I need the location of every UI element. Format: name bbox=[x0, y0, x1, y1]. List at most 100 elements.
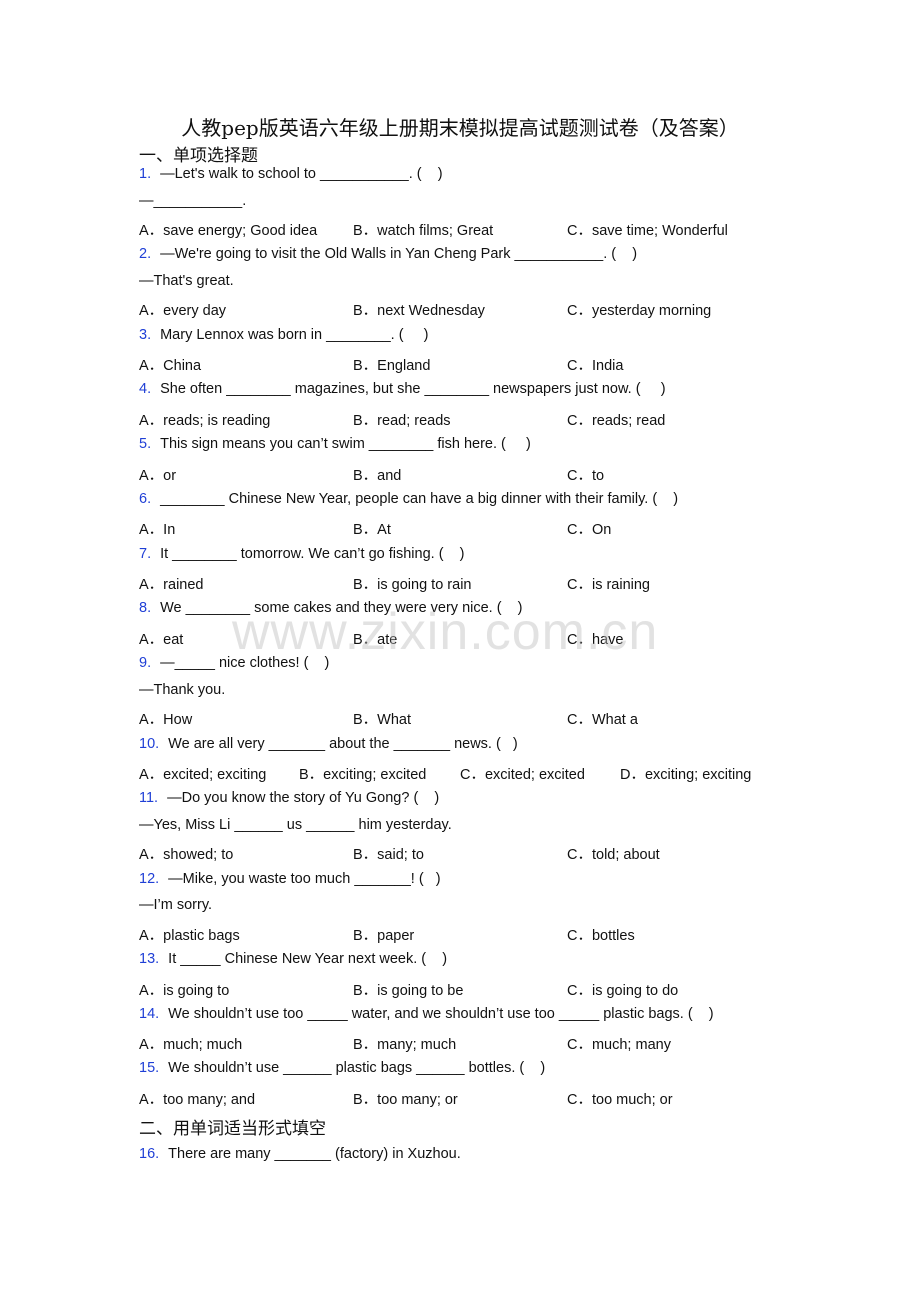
option-c[interactable]: C．India bbox=[567, 354, 623, 375]
document-page: 人教pep版英语六年级上册期末模拟提高试题测试卷（及答案） 一、单项选择题 1.… bbox=[0, 0, 920, 1302]
option-c[interactable]: C．reads; read bbox=[567, 409, 665, 430]
option-a[interactable]: A．save energy; Good idea bbox=[139, 219, 317, 240]
option-a[interactable]: A．showed; to bbox=[139, 843, 233, 864]
option-b[interactable]: B．What bbox=[353, 708, 411, 729]
option-c[interactable]: C．too much; or bbox=[567, 1088, 673, 1109]
option-c[interactable]: C．What a bbox=[567, 708, 638, 729]
option-c[interactable]: C．told; about bbox=[567, 843, 660, 864]
option-a[interactable]: A．is going to bbox=[139, 979, 229, 1000]
question-3: 3. Mary Lennox was born in ________. ( ) bbox=[139, 327, 429, 343]
question-text: Mary Lennox was born in ________. ( ) bbox=[160, 327, 429, 343]
document-title: 人教pep版英语六年级上册期末模拟提高试题测试卷（及答案） bbox=[181, 116, 739, 140]
option-c[interactable]: C．is going to do bbox=[567, 979, 678, 1000]
question-text: It ________ tomorrow. We can’t go fishin… bbox=[160, 546, 465, 562]
option-c[interactable]: C．bottles bbox=[567, 924, 635, 945]
option-b[interactable]: B．is going to be bbox=[353, 979, 463, 1000]
question-number: 12. bbox=[139, 871, 160, 887]
option-b[interactable]: B．exciting; excited bbox=[299, 763, 426, 784]
question-14: 14. We shouldn’t use too _____ water, and… bbox=[139, 1006, 714, 1022]
question-12: 12. —Mike, you waste too much _______! ( … bbox=[139, 871, 441, 887]
question-2: 2. —We're going to visit the Old Walls in… bbox=[139, 246, 637, 262]
question-text: ________ Chinese New Year, people can ha… bbox=[160, 491, 679, 507]
option-b[interactable]: B．watch films; Great bbox=[353, 219, 493, 240]
question-number: 11. bbox=[139, 790, 159, 806]
question-text: This sign means you can’t swim ________ … bbox=[160, 436, 531, 452]
question-15: 15. We shouldn’t use ______ plastic bags … bbox=[139, 1060, 545, 1076]
question-6: 6. ________ Chinese New Year, people can … bbox=[139, 491, 678, 507]
option-b[interactable]: B．At bbox=[353, 518, 391, 539]
question-text: —We're going to visit the Old Walls in Y… bbox=[160, 246, 638, 262]
option-a[interactable]: A．rained bbox=[139, 573, 203, 594]
question-number: 6. bbox=[139, 491, 152, 507]
question-11: 11. —Do you know the story of Yu Gong? ( … bbox=[139, 790, 439, 806]
question-text: We shouldn’t use ______ plastic bags ___… bbox=[168, 1060, 546, 1076]
question-text: We shouldn’t use too _____ water, and we… bbox=[168, 1006, 714, 1022]
question-number: 2. bbox=[139, 246, 152, 262]
question-13: 13. It _____ Chinese New Year next week. … bbox=[139, 951, 447, 967]
option-a[interactable]: A．or bbox=[139, 464, 176, 485]
question-12-response-line: —I’m sorry. bbox=[139, 897, 213, 913]
option-c[interactable]: C．save time; Wonderful bbox=[567, 219, 728, 240]
question-number: 4. bbox=[139, 381, 152, 397]
question-number: 14. bbox=[139, 1006, 160, 1022]
option-c[interactable]: C．much; many bbox=[567, 1033, 671, 1054]
option-b[interactable]: B．England bbox=[353, 354, 430, 375]
question-text: There are many _______ (factory) in Xuzh… bbox=[168, 1146, 461, 1162]
option-c[interactable]: C．excited; excited bbox=[460, 763, 585, 784]
question-text: We ________ some cakes and they were ver… bbox=[160, 600, 523, 616]
option-c[interactable]: C．yesterday morning bbox=[567, 299, 711, 320]
option-b[interactable]: B．too many; or bbox=[353, 1088, 458, 1109]
option-a[interactable]: A．How bbox=[139, 708, 192, 729]
option-c[interactable]: C．On bbox=[567, 518, 611, 539]
option-b[interactable]: B．ate bbox=[353, 628, 397, 649]
question-9-response-line: —Thank you. bbox=[139, 682, 226, 698]
option-a[interactable]: A．every day bbox=[139, 299, 226, 320]
option-b[interactable]: B．read; reads bbox=[353, 409, 451, 430]
option-a[interactable]: A．reads; is reading bbox=[139, 409, 270, 430]
question-number: 3. bbox=[139, 327, 152, 343]
question-number: 15. bbox=[139, 1060, 160, 1076]
question-1: 1. —Let's walk to school to ___________. … bbox=[139, 166, 443, 182]
question-number: 1. bbox=[139, 166, 152, 182]
question-text: —Do you know the story of Yu Gong? ( ) bbox=[167, 790, 440, 806]
question-text: She often ________ magazines, but she __… bbox=[160, 381, 666, 397]
question-text: We are all very _______ about the ______… bbox=[168, 736, 518, 752]
question-1-response-line: —___________. bbox=[139, 193, 247, 209]
option-a[interactable]: A．much; much bbox=[139, 1033, 242, 1054]
question-text: —Mike, you waste too much _______! ( ) bbox=[168, 871, 441, 887]
question-number: 13. bbox=[139, 951, 160, 967]
option-a[interactable]: A．China bbox=[139, 354, 201, 375]
question-9: 9. —_____ nice clothes! ( ) bbox=[139, 655, 329, 671]
question-4: 4. She often ________ magazines, but she … bbox=[139, 381, 666, 397]
question-text: It _____ Chinese New Year next week. ( ) bbox=[168, 951, 448, 967]
question-5: 5. This sign means you can’t swim _______… bbox=[139, 436, 531, 452]
option-c[interactable]: C．have bbox=[567, 628, 623, 649]
section-heading-word-forms: 二、用单词适当形式填空 bbox=[139, 1119, 326, 1139]
question-16: 16. There are many _______ (factory) in X… bbox=[139, 1146, 461, 1162]
option-a[interactable]: A．too many; and bbox=[139, 1088, 255, 1109]
question-number: 5. bbox=[139, 436, 152, 452]
option-c[interactable]: C．is raining bbox=[567, 573, 650, 594]
option-a[interactable]: A．excited; exciting bbox=[139, 763, 266, 784]
question-number: 7. bbox=[139, 546, 152, 562]
option-b[interactable]: B．paper bbox=[353, 924, 414, 945]
option-b[interactable]: B．many; much bbox=[353, 1033, 456, 1054]
question-number: 16. bbox=[139, 1146, 160, 1162]
question-number: 10. bbox=[139, 736, 160, 752]
option-d[interactable]: D．exciting; exciting bbox=[620, 763, 751, 784]
option-b[interactable]: B．next Wednesday bbox=[353, 299, 485, 320]
question-text: —Let's walk to school to ___________. ( … bbox=[160, 166, 443, 182]
question-number: 8. bbox=[139, 600, 152, 616]
question-8: 8. We ________ some cakes and they were v… bbox=[139, 600, 523, 616]
option-b[interactable]: B．is going to rain bbox=[353, 573, 471, 594]
option-c[interactable]: C．to bbox=[567, 464, 604, 485]
option-b[interactable]: B．and bbox=[353, 464, 401, 485]
question-text: —_____ nice clothes! ( ) bbox=[160, 655, 330, 671]
option-a[interactable]: A．In bbox=[139, 518, 175, 539]
section-heading-multiple-choice: 一、单项选择题 bbox=[139, 146, 258, 166]
option-b[interactable]: B．said; to bbox=[353, 843, 424, 864]
option-a[interactable]: A．plastic bags bbox=[139, 924, 240, 945]
question-2-response-line: —That's great. bbox=[139, 273, 234, 289]
question-number: 9. bbox=[139, 655, 152, 671]
option-a[interactable]: A．eat bbox=[139, 628, 183, 649]
